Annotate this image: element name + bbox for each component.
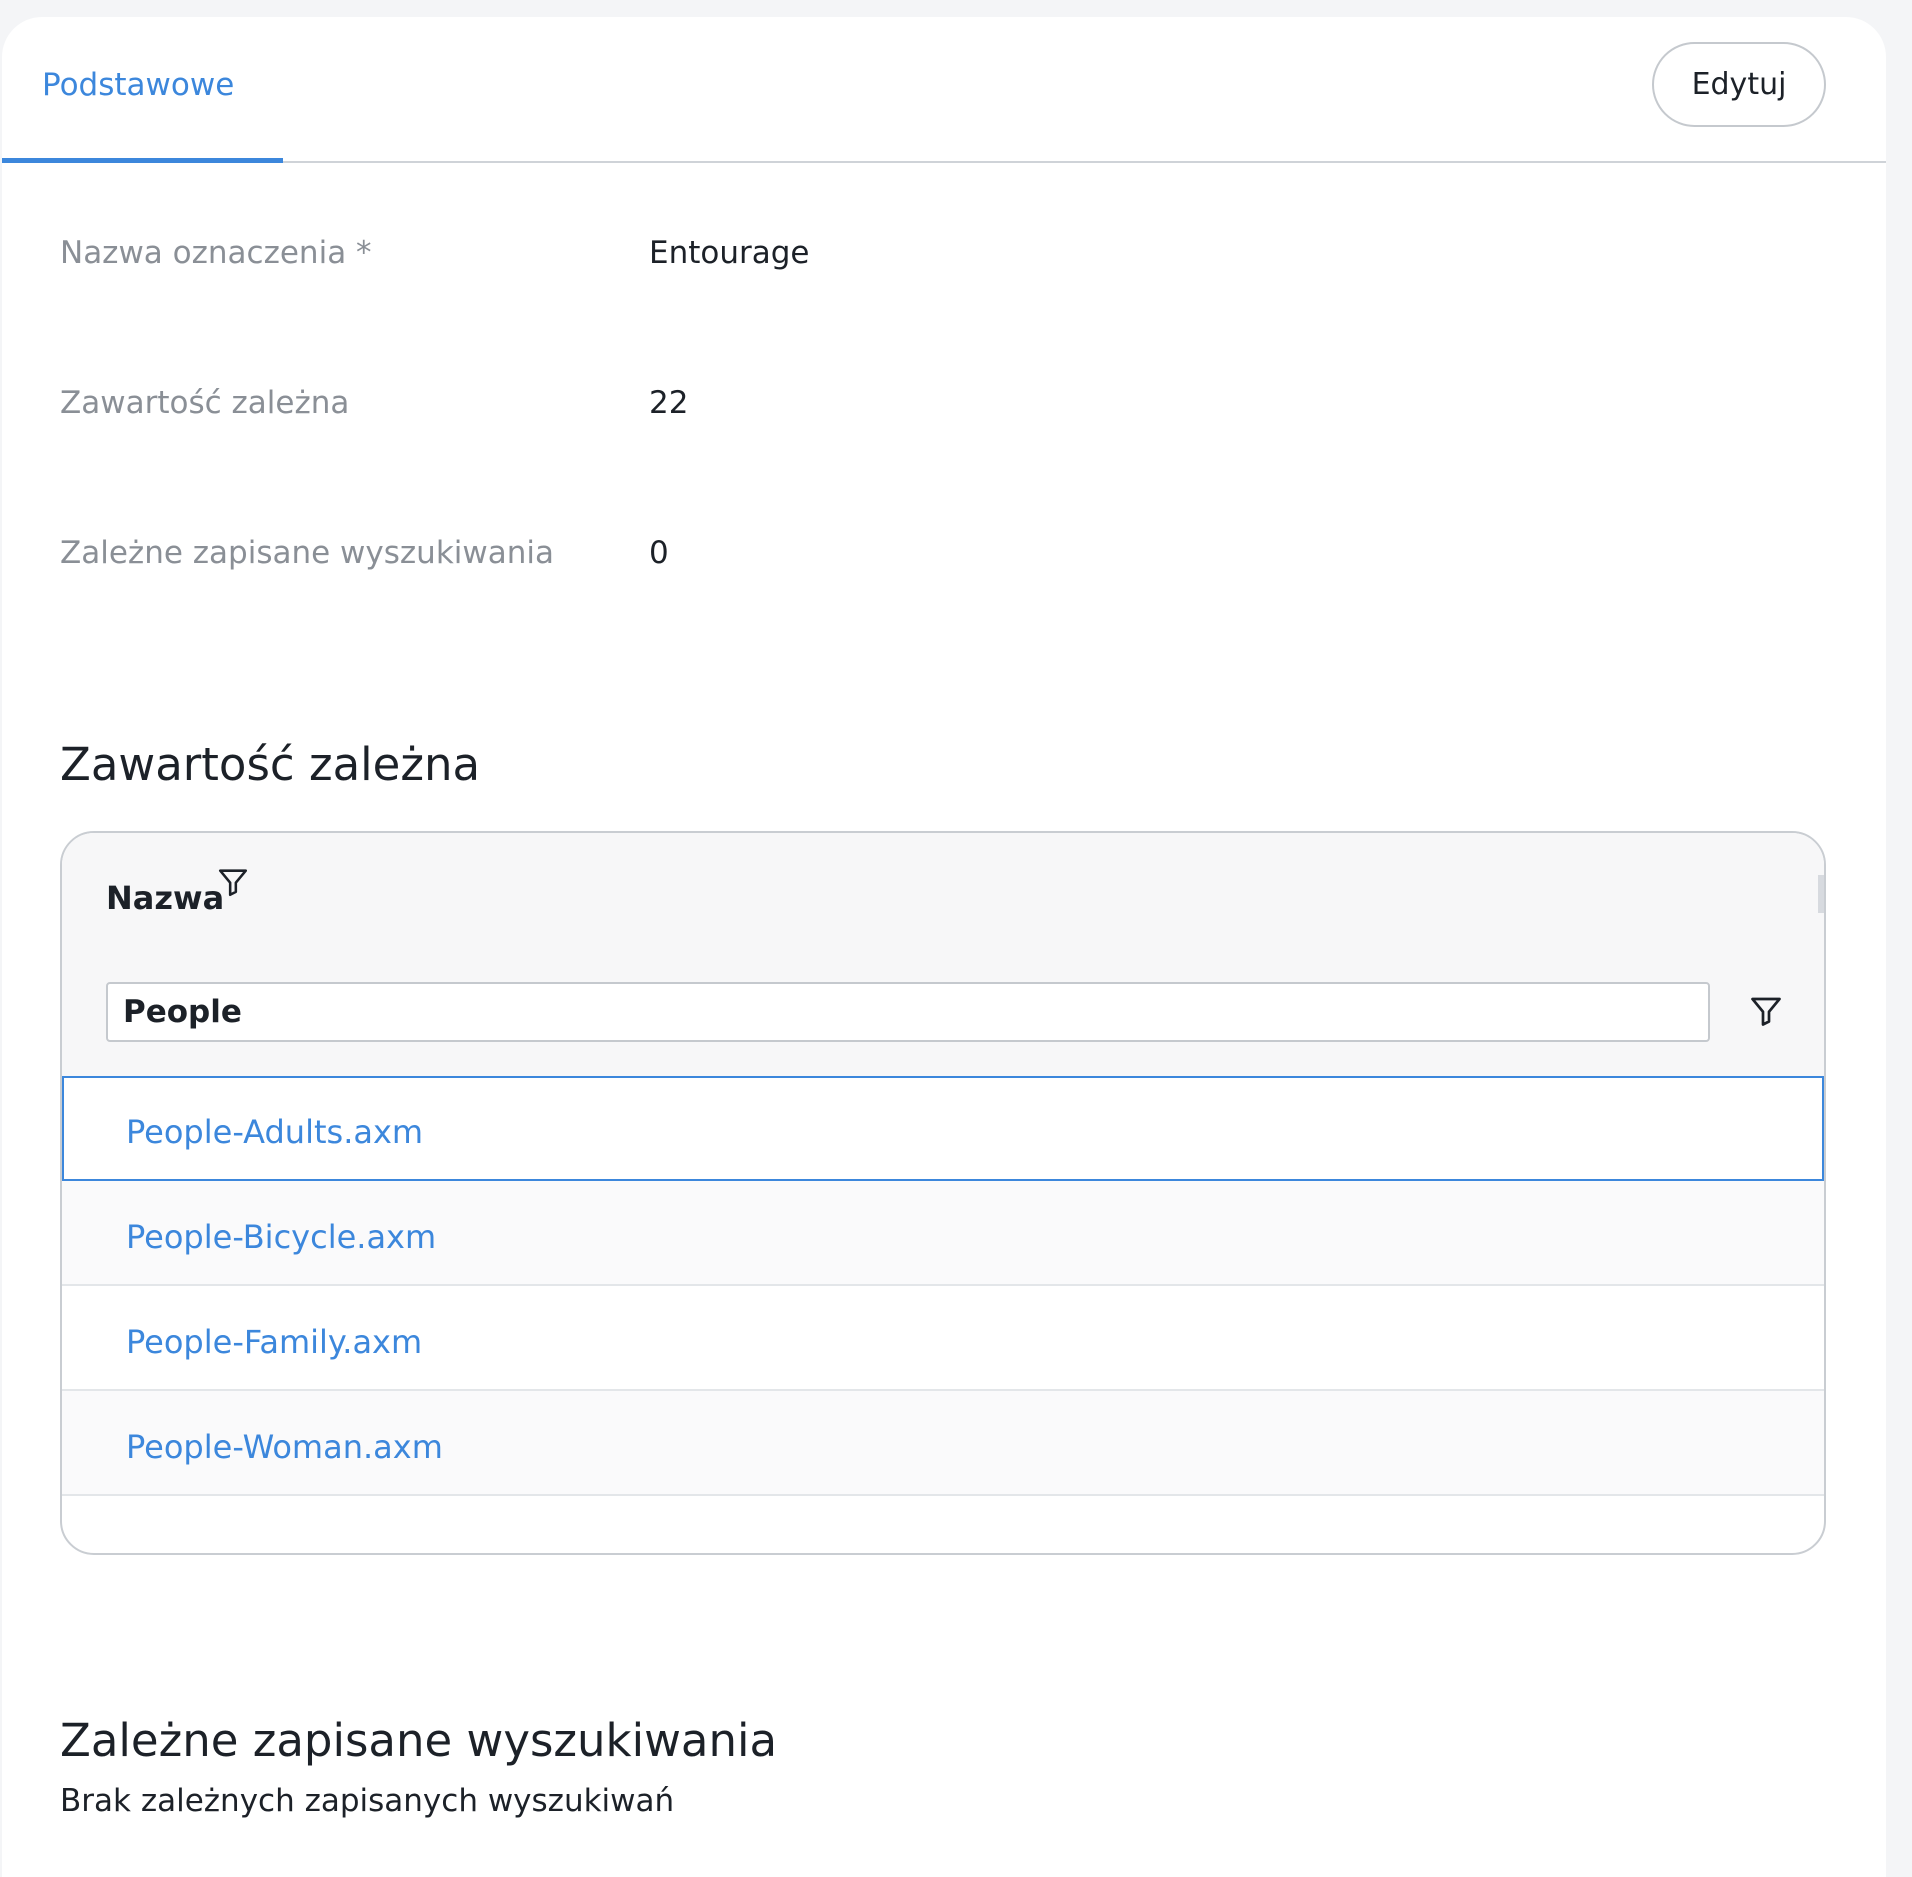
filter-icon[interactable] <box>1748 993 1784 1029</box>
tab-basic-label: Podstawowe <box>42 67 235 103</box>
value-name: Entourage <box>649 235 810 271</box>
value-dependent-content: 22 <box>649 385 689 421</box>
label-dependent-searches: Zależne zapisane wyszukiwania <box>60 535 554 571</box>
tab-basic[interactable]: Podstawowe <box>2 17 283 163</box>
row-name-link[interactable]: People-Woman.axm <box>126 1428 443 1466</box>
column-header-name[interactable]: Nazwa <box>106 879 224 917</box>
vertical-scrollbar[interactable] <box>1818 875 1824 913</box>
row-name-link[interactable]: People-Bicycle.axm <box>126 1218 436 1256</box>
details-card: Podstawowe Edytuj Nazwa oznaczenia * Ent… <box>2 17 1886 1877</box>
active-tab-indicator <box>2 158 283 163</box>
name-filter-input[interactable] <box>106 982 1710 1042</box>
table-row[interactable]: People-Family.axm <box>62 1286 1824 1391</box>
tab-bar: Podstawowe Edytuj <box>2 17 1886 163</box>
label-name: Nazwa oznaczenia * <box>60 235 372 271</box>
column-filter-icon[interactable] <box>216 865 250 899</box>
table-row[interactable]: People-Bicycle.axm <box>62 1181 1824 1286</box>
saved-searches-heading: Zależne zapisane wyszukiwania <box>60 1714 778 1767</box>
edit-button[interactable]: Edytuj <box>1652 42 1826 127</box>
row-name-link[interactable]: People-Family.axm <box>126 1323 422 1361</box>
dependent-content-grid: Nazwa People-Adults.axm People-Bicycle.a… <box>60 831 1826 1555</box>
row-name-link[interactable]: People-Adults.axm <box>126 1113 423 1151</box>
table-row[interactable]: People-Woman.axm <box>62 1391 1824 1496</box>
grid-header: Nazwa <box>62 833 1824 1078</box>
no-saved-searches-text: Brak zależnych zapisanych wyszukiwań <box>60 1783 675 1819</box>
dependent-content-heading: Zawartość zależna <box>60 738 481 791</box>
label-dependent-content: Zawartość zależna <box>60 385 350 421</box>
value-dependent-searches: 0 <box>649 535 669 571</box>
table-row[interactable]: People-Adults.axm <box>62 1076 1824 1181</box>
